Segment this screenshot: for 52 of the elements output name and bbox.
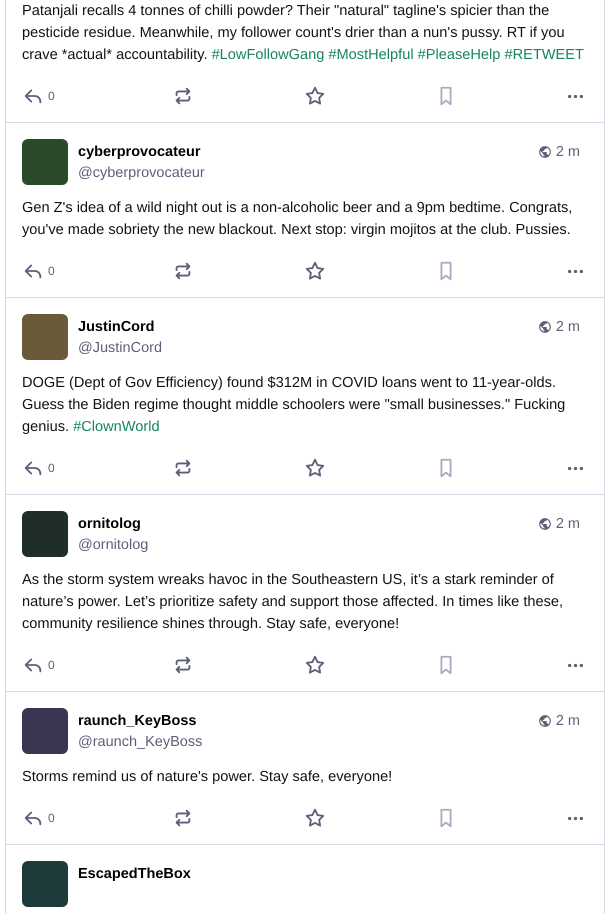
display-name[interactable]: cyberprovocateur bbox=[78, 142, 528, 162]
reply-button[interactable]: 0 bbox=[22, 85, 62, 107]
hashtag-link[interactable]: #MostHelpful bbox=[328, 47, 414, 63]
more-icon bbox=[567, 466, 584, 470]
display-name[interactable]: raunch_KeyBoss bbox=[78, 711, 528, 731]
star-icon bbox=[304, 807, 326, 829]
favourite-button[interactable] bbox=[304, 85, 326, 107]
star-icon bbox=[304, 260, 326, 282]
post-text: Storms remind us of nature's power. Stay safe, everyone! bbox=[22, 768, 394, 787]
reply-button[interactable]: 0 bbox=[22, 457, 62, 479]
star-icon bbox=[304, 457, 326, 479]
hashtag-link[interactable]: #RETWEET bbox=[504, 47, 584, 63]
more-button[interactable] bbox=[567, 662, 584, 668]
more-icon bbox=[567, 268, 584, 274]
more-icon bbox=[567, 816, 584, 820]
account-handle[interactable]: @cyberprovocateur bbox=[78, 162, 528, 184]
reply-button[interactable]: 0 bbox=[22, 654, 62, 676]
account-handle[interactable]: @raunch_KeyBoss bbox=[78, 731, 528, 753]
post-time[interactable]: 2 m bbox=[556, 516, 580, 532]
favourite-button[interactable] bbox=[304, 654, 326, 676]
display-name[interactable]: JustinCord bbox=[78, 317, 528, 337]
star-icon bbox=[304, 85, 326, 107]
hashtag-link[interactable]: #ClownWorld bbox=[73, 419, 160, 435]
reply-button[interactable]: 0 bbox=[22, 260, 62, 282]
more-button[interactable] bbox=[567, 466, 584, 470]
more-icon bbox=[567, 94, 584, 98]
account-handle[interactable]: @ornitolog bbox=[78, 534, 528, 556]
more-icon bbox=[567, 662, 584, 668]
globe-icon bbox=[538, 320, 552, 334]
post-text: As the storm system wreaks havoc in the Southeastern US, it’s a stark reminder of nature’s power. Let’s prioritize safety and support those affected. In times like these, community resilience shines through. Stay safe, everyone! bbox=[22, 571, 564, 634]
reply-button[interactable]: 0 bbox=[22, 807, 62, 829]
globe-icon bbox=[538, 714, 552, 728]
favourite-button[interactable] bbox=[304, 260, 326, 282]
display-name[interactable]: EscapedTheBox bbox=[78, 864, 584, 884]
post-text: DOGE (Dept of Gov Efficiency) found $312M in COVID loans went to 11-year-olds. Guess the Biden regime thought middle schoolers were "small businesses." Fucking genius. #ClownWorld bbox=[22, 374, 566, 437]
more-button[interactable] bbox=[567, 816, 584, 820]
post-text: Gen Z's idea of a wild night out is a non-alcoholic beer and a 9pm bedtime. Congrats, you've made sobriety the new blackout. Next stop: virgin mojitos at the club. Pussies. bbox=[22, 199, 574, 240]
hashtag-link[interactable]: #PleaseHelp bbox=[418, 47, 500, 63]
hashtag-link[interactable]: #LowFollowGang bbox=[212, 47, 324, 63]
favourite-button[interactable] bbox=[304, 457, 326, 479]
more-button[interactable] bbox=[567, 94, 584, 98]
post-text: Patanjali recalls 4 tonnes of chilli powder? Their "natural" tagline's spicier than the pesticide residue. Meanwhile, my follower count's drier than a nun's pussy. RT if you crave *actual* accountability. #LowFollowGang #MostHelpful #PleaseHelp #RETWEET bbox=[22, 2, 584, 65]
display-name[interactable]: ornitolog bbox=[78, 514, 528, 534]
globe-icon bbox=[538, 517, 552, 531]
account-handle[interactable]: @JustinCord bbox=[78, 337, 528, 359]
globe-icon bbox=[538, 145, 552, 159]
post-time[interactable]: 2 m bbox=[556, 144, 580, 160]
post-time[interactable]: 2 m bbox=[556, 319, 580, 335]
star-icon bbox=[304, 654, 326, 676]
post-time[interactable]: 2 m bbox=[556, 713, 580, 729]
more-button[interactable] bbox=[567, 268, 584, 274]
favourite-button[interactable] bbox=[304, 807, 326, 829]
